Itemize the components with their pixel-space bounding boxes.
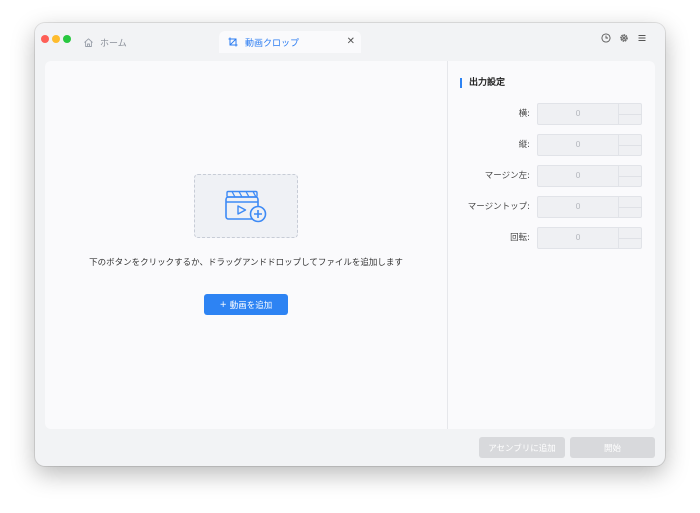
crop-icon — [228, 37, 238, 47]
rotation-stepper[interactable]: 0 — [537, 227, 642, 249]
main-content: 下のボタンをクリックするか、ドラッグアンドドロップしてファイルを追加します + … — [45, 61, 655, 429]
stepper-value[interactable]: 0 — [538, 197, 618, 217]
tab-close-icon[interactable]: ✕ — [347, 35, 355, 49]
add-video-button-label: 動画を追加 — [229, 300, 273, 311]
output-settings-panel: 出力設定 横: 0 縦: 0 マージン左: 0 マージントップ: 0 回転: 0 — [448, 61, 655, 429]
setting-row-rotation: 回転: 0 — [448, 227, 655, 249]
stepper-arrows[interactable] — [618, 135, 642, 155]
history-icon[interactable] — [601, 33, 611, 43]
tab-video-crop[interactable]: 動画クロップ ✕ — [219, 31, 361, 53]
app-window: ホーム 動画クロップ ✕ 下のボタンをクリックするか、ドラッグアンドドロップして… — [35, 23, 665, 466]
drop-hint-text: 下のボタンをクリックするか、ドラッグアンドドロップしてファイルを追加します — [89, 258, 403, 268]
title-bar: ホーム 動画クロップ ✕ — [35, 23, 665, 53]
width-stepper[interactable]: 0 — [537, 103, 642, 125]
window-zoom-button[interactable] — [63, 35, 71, 43]
stepper-value[interactable]: 0 — [538, 166, 618, 186]
tab-home[interactable]: ホーム — [83, 32, 127, 52]
stepper-arrows[interactable] — [618, 197, 642, 217]
setting-label: 回転: — [510, 233, 530, 243]
height-stepper[interactable]: 0 — [537, 134, 642, 156]
stepper-arrows[interactable] — [618, 228, 642, 248]
plus-icon: + — [219, 299, 227, 310]
tab-video-crop-label: 動画クロップ — [245, 38, 300, 49]
margin-left-stepper[interactable]: 0 — [537, 165, 642, 187]
setting-row-margin-top: マージントップ: 0 — [448, 196, 655, 218]
window-minimize-button[interactable] — [52, 35, 60, 43]
setting-label: 横: — [518, 109, 530, 119]
output-settings-title: 出力設定 — [460, 78, 505, 88]
stepper-value[interactable]: 0 — [538, 104, 618, 124]
tab-home-label: ホーム — [100, 38, 127, 49]
setting-row-width: 横: 0 — [448, 103, 655, 125]
stepper-arrows[interactable] — [618, 166, 642, 186]
setting-row-margin-left: マージン左: 0 — [448, 165, 655, 187]
add-to-queue-button[interactable]: アセンブリに追加 — [479, 437, 565, 458]
settings-icon[interactable] — [619, 33, 629, 43]
window-close-button[interactable] — [41, 35, 49, 43]
menu-icon[interactable] — [637, 33, 647, 43]
setting-label: マージン左: — [484, 171, 530, 181]
home-icon — [83, 37, 94, 48]
setting-label: 縦: — [518, 140, 530, 150]
setting-row-height: 縦: 0 — [448, 134, 655, 156]
add-video-button[interactable]: + 動画を追加 — [204, 294, 288, 315]
start-button[interactable]: 開始 — [570, 437, 655, 458]
stepper-value[interactable]: 0 — [538, 228, 618, 248]
file-drop-area[interactable]: 下のボタンをクリックするか、ドラッグアンドドロップしてファイルを追加します + … — [45, 61, 447, 429]
stepper-value[interactable]: 0 — [538, 135, 618, 155]
setting-label: マージントップ: — [467, 202, 530, 212]
drop-zone[interactable] — [194, 174, 298, 238]
add-video-icon — [224, 189, 268, 223]
stepper-arrows[interactable] — [618, 104, 642, 124]
margin-top-stepper[interactable]: 0 — [537, 196, 642, 218]
